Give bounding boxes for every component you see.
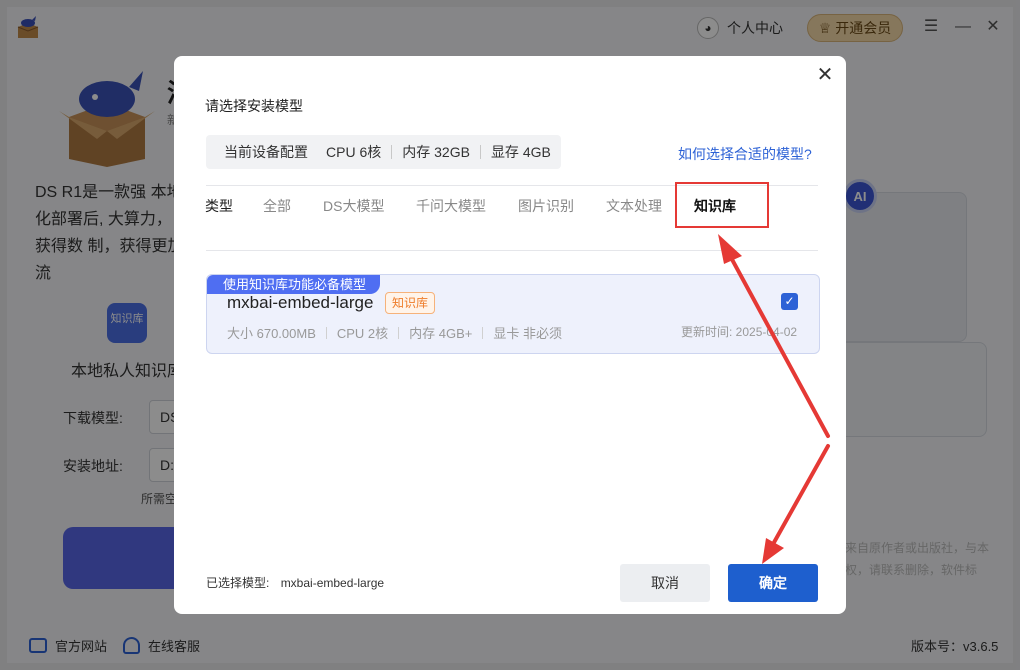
model-update-time: 更新时间: 2025-04-02 [681, 325, 798, 339]
tab-qwen-model[interactable]: 千问大模型 [416, 196, 486, 216]
model-specs: 大小 670.00MB CPU 2核 内存 4GB+ 显卡 非必须 [227, 323, 572, 342]
model-checkbox[interactable]: ✓ [781, 293, 798, 310]
model-cpu: CPU 2核 [336, 326, 389, 341]
required-model-ribbon: 使用知识库功能必备模型 [207, 275, 381, 294]
model-name: mxbai-embed-large [227, 293, 374, 312]
device-config-label: 当前设备配置 [224, 144, 308, 160]
dialog-title: 请选择安装模型 [205, 98, 303, 114]
config-memory: 内存 32GB [402, 144, 470, 160]
selected-model-value: mxbai-embed-large [280, 576, 385, 590]
model-size: 大小 670.00MB [227, 326, 316, 341]
divider [206, 250, 818, 251]
tab-image-recognition[interactable]: 图片识别 [518, 196, 574, 216]
tab-ds-model[interactable]: DS大模型 [323, 196, 384, 216]
model-tag: 知识库 [385, 292, 436, 314]
close-icon[interactable]: ✕ [814, 64, 836, 86]
model-gpu: 显卡 非必须 [493, 326, 563, 341]
cancel-button[interactable]: 取消 [620, 564, 710, 602]
selected-model-label: 已选择模型: [206, 576, 270, 590]
model-card[interactable]: 使用知识库功能必备模型 mxbai-embed-large 知识库 大小 670… [206, 274, 820, 354]
selected-model: 已选择模型: mxbai-embed-large [206, 574, 384, 591]
type-label: 类型 [205, 198, 233, 214]
config-vram: 显存 4GB [490, 144, 551, 160]
confirm-button[interactable]: 确定 [728, 564, 818, 602]
device-config: 当前设备配置 CPU 6核 内存 32GB 显存 4GB [206, 135, 561, 169]
tab-text-processing[interactable]: 文本处理 [606, 196, 662, 216]
model-memory: 内存 4GB+ [409, 326, 473, 341]
config-cpu: CPU 6核 [326, 144, 382, 160]
install-model-dialog: ✕ 请选择安装模型 当前设备配置 CPU 6核 内存 32GB 显存 4GB 如… [174, 56, 846, 614]
tab-all[interactable]: 全部 [263, 196, 291, 216]
help-choose-model-link[interactable]: 如何选择合适的模型? [678, 144, 812, 164]
highlight-box [675, 182, 769, 228]
